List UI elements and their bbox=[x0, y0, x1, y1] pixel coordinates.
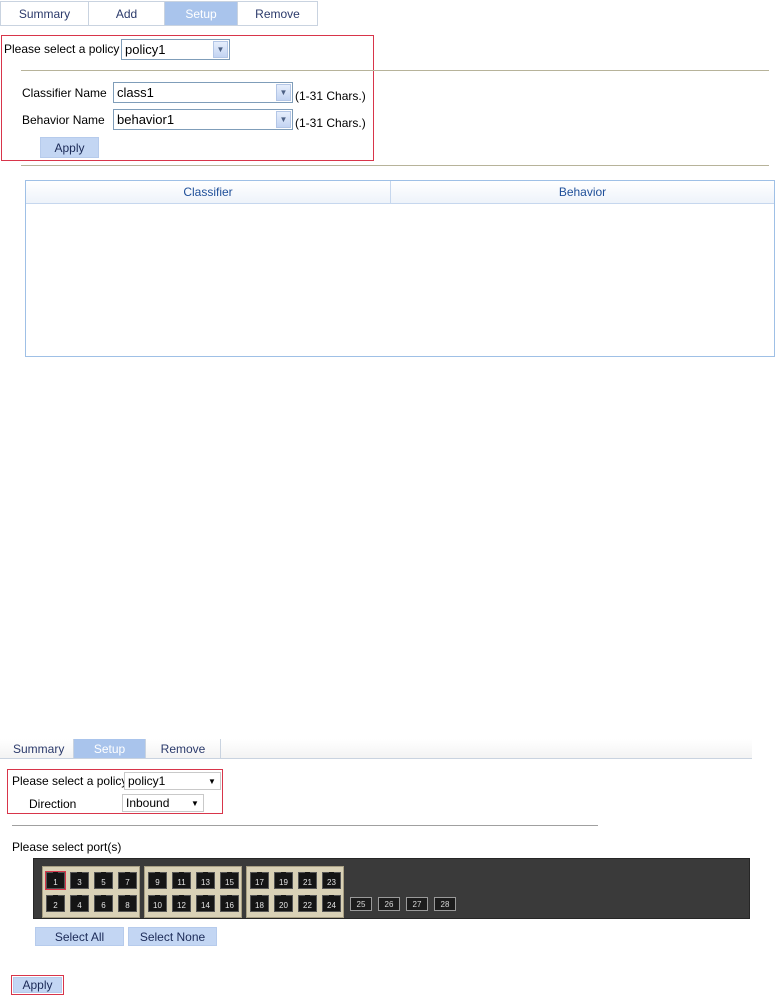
port-2[interactable]: 2 bbox=[46, 895, 65, 912]
port-6[interactable]: 6 bbox=[94, 895, 113, 912]
tab-summary[interactable]: Summary bbox=[0, 739, 74, 758]
port-18[interactable]: 18 bbox=[250, 895, 269, 912]
apply-button[interactable]: Apply bbox=[40, 137, 99, 158]
classifier-name-value: class1 bbox=[117, 85, 154, 100]
behavior-name-value: behavior1 bbox=[117, 112, 175, 127]
behavior-name-select[interactable]: behavior1 ▼ bbox=[113, 109, 293, 130]
divider bbox=[21, 165, 769, 166]
policy-label: Please select a policy bbox=[4, 42, 120, 56]
tab-remove[interactable]: Remove bbox=[238, 2, 317, 25]
switch-port-panel: 1 3 5 7 9 11 13 15 17 19 21 23 2 4 6 8 10 12 14 16 18 20 22 24… bbox=[33, 858, 750, 919]
port-22[interactable]: 22 bbox=[298, 895, 317, 912]
tab-summary[interactable]: Summary bbox=[1, 2, 89, 25]
port-3[interactable]: 3 bbox=[70, 872, 89, 889]
apply-button[interactable]: Apply bbox=[13, 977, 62, 993]
policy-select-value: policy1 bbox=[125, 42, 166, 57]
chevron-down-icon[interactable]: ▼ bbox=[276, 84, 291, 101]
ports-label: Please select port(s) bbox=[12, 840, 122, 854]
port-1[interactable]: 1 bbox=[45, 871, 66, 890]
classifier-behavior-table: Classifier Behavior bbox=[25, 180, 775, 357]
policy-select-value: policy1 bbox=[128, 774, 166, 788]
column-header-behavior[interactable]: Behavior bbox=[391, 181, 774, 203]
port-12[interactable]: 12 bbox=[172, 895, 191, 912]
direction-select-value: Inbound bbox=[126, 796, 170, 810]
tab-setup[interactable]: Setup bbox=[165, 2, 238, 25]
column-header-classifier[interactable]: Classifier bbox=[26, 181, 391, 203]
port-8[interactable]: 8 bbox=[118, 895, 137, 912]
sfp-port-28[interactable]: 28 bbox=[434, 897, 456, 911]
behavior-chars-hint: (1-31 Chars.) bbox=[295, 116, 366, 130]
port-20[interactable]: 20 bbox=[274, 895, 293, 912]
tab-setup[interactable]: Setup bbox=[74, 739, 146, 758]
divider bbox=[21, 70, 769, 71]
behavior-name-label: Behavior Name bbox=[22, 113, 105, 127]
policy-label: Please select a policy bbox=[12, 774, 128, 788]
divider bbox=[12, 825, 598, 826]
sfp-port-27[interactable]: 27 bbox=[406, 897, 428, 911]
port-24[interactable]: 24 bbox=[322, 895, 341, 912]
select-all-button[interactable]: Select All bbox=[35, 927, 124, 946]
policy-select[interactable]: policy1 ▼ bbox=[121, 39, 230, 60]
dropdown-arrow-icon[interactable]: ▼ bbox=[187, 799, 203, 808]
port-14[interactable]: 14 bbox=[196, 895, 215, 912]
port-11[interactable]: 11 bbox=[172, 872, 191, 889]
classifier-chars-hint: (1-31 Chars.) bbox=[295, 89, 366, 103]
select-none-button[interactable]: Select None bbox=[128, 927, 217, 946]
policy-select[interactable]: policy1 ▼ bbox=[124, 772, 221, 790]
port-10[interactable]: 10 bbox=[148, 895, 167, 912]
chevron-down-icon[interactable]: ▼ bbox=[213, 41, 228, 58]
direction-select[interactable]: Inbound ▼ bbox=[122, 794, 204, 812]
chevron-down-icon[interactable]: ▼ bbox=[276, 111, 291, 128]
sfp-port-25[interactable]: 25 bbox=[350, 897, 372, 911]
classifier-name-select[interactable]: class1 ▼ bbox=[113, 82, 293, 103]
port-7[interactable]: 7 bbox=[118, 872, 137, 889]
port-15[interactable]: 15 bbox=[220, 872, 239, 889]
port-13[interactable]: 13 bbox=[196, 872, 215, 889]
direction-label: Direction bbox=[29, 797, 77, 811]
port-23[interactable]: 23 bbox=[322, 872, 341, 889]
sfp-port-26[interactable]: 26 bbox=[378, 897, 400, 911]
port-17[interactable]: 17 bbox=[250, 872, 269, 889]
port-19[interactable]: 19 bbox=[274, 872, 293, 889]
port-4[interactable]: 4 bbox=[70, 895, 89, 912]
bottom-tab-bar: Summary Setup Remove bbox=[0, 739, 752, 759]
port-16[interactable]: 16 bbox=[220, 895, 239, 912]
classifier-name-label: Classifier Name bbox=[22, 86, 107, 100]
tab-add[interactable]: Add bbox=[89, 2, 165, 25]
table-header: Classifier Behavior bbox=[26, 181, 774, 204]
dropdown-arrow-icon[interactable]: ▼ bbox=[204, 777, 220, 786]
port-9[interactable]: 9 bbox=[148, 872, 167, 889]
tab-remove[interactable]: Remove bbox=[146, 739, 221, 758]
top-tab-bar: Summary Add Setup Remove bbox=[0, 1, 318, 26]
port-21[interactable]: 21 bbox=[298, 872, 317, 889]
port-5[interactable]: 5 bbox=[94, 872, 113, 889]
